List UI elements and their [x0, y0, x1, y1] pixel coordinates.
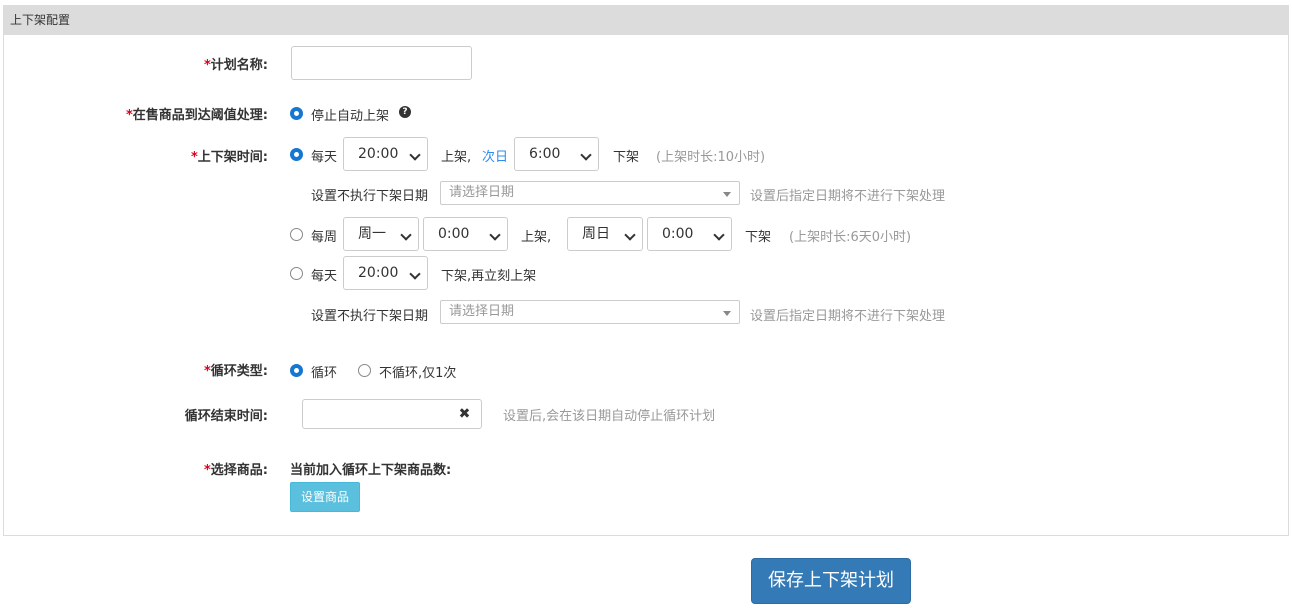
weekly-radio[interactable] — [290, 228, 303, 241]
daily-relist-text: 下架,再立刻上架 — [441, 269, 537, 284]
question-icon[interactable]: ? — [399, 106, 411, 118]
cycle-once-text: 不循环,仅1次 — [379, 366, 457, 381]
relist-exclude-date-select[interactable]: 请选择日期 — [440, 300, 740, 324]
cycle-end-label: 循环结束时间: — [184, 409, 268, 424]
daily-radio[interactable] — [290, 148, 303, 161]
weekly-off-day-select[interactable]: 周日 — [567, 217, 643, 251]
daily-relist-prefix: 每天 — [311, 269, 338, 284]
set-goods-button[interactable]: 设置商品 — [290, 482, 360, 512]
relist-exclude-label: 设置不执行下架日期 — [311, 309, 429, 324]
next-day-link[interactable]: 次日 — [482, 146, 508, 165]
weekly-on-day-select[interactable]: 周一 — [343, 217, 419, 251]
plan-name-input[interactable] — [291, 46, 472, 80]
save-plan-button[interactable]: 保存上下架计划 — [751, 558, 911, 604]
chevron-down-icon — [580, 149, 592, 161]
weekly-off-text: 下架 — [745, 230, 772, 245]
panel-title: 上下架配置 — [4, 5, 1288, 35]
chevron-down-icon — [409, 268, 421, 280]
clear-date-button[interactable]: ✖ — [448, 399, 482, 429]
weekly-duration: (上架时长:6天0小时) — [789, 230, 912, 245]
weekly-off-time-select[interactable]: 0:00 — [647, 217, 732, 251]
cycle-end-hint: 设置后,会在该日期自动停止循环计划 — [503, 409, 716, 424]
threshold-label: *在售商品到达阈值处理: — [125, 108, 268, 123]
daily-off-time-select[interactable]: 6:00 — [514, 137, 599, 171]
config-panel: 上下架配置 — [3, 5, 1289, 536]
dropdown-arrow-icon — [723, 311, 731, 316]
threshold-stop-radio[interactable] — [290, 107, 303, 120]
daily-exclude-label: 设置不执行下架日期 — [311, 189, 429, 204]
threshold-stop-text: 停止自动上架 — [311, 109, 390, 124]
daily-relist-radio[interactable] — [290, 267, 303, 280]
chevron-down-icon — [489, 229, 501, 241]
schedule-label: *上下架时间: — [190, 150, 268, 165]
chevron-down-icon — [624, 229, 636, 241]
cycle-once-radio[interactable] — [358, 364, 371, 377]
chevron-down-icon — [713, 229, 725, 241]
cycle-loop-radio[interactable] — [290, 364, 303, 377]
cycle-end-input[interactable] — [302, 399, 449, 429]
daily-exclude-date-select[interactable]: 请选择日期 — [440, 181, 740, 205]
goods-label: *选择商品: — [203, 463, 268, 478]
weekly-on-text: 上架, — [521, 230, 552, 245]
chevron-down-icon — [409, 149, 421, 161]
relist-exclude-hint: 设置后指定日期将不进行下架处理 — [750, 309, 946, 324]
cycle-loop-text: 循环 — [311, 366, 338, 381]
times-icon: ✖ — [458, 406, 471, 422]
dropdown-arrow-icon — [723, 192, 731, 197]
plan-name-label: *计划名称: — [203, 58, 268, 73]
weekly-on-time-select[interactable]: 0:00 — [423, 217, 508, 251]
weekly-prefix: 每周 — [311, 230, 338, 245]
daily-prefix: 每天 — [311, 150, 338, 165]
goods-count-label: 当前加入循环上下架商品数: — [290, 463, 452, 478]
daily-off-text: 下架 — [613, 150, 640, 165]
daily-duration: (上架时长:10小时) — [656, 150, 766, 165]
daily-exclude-hint: 设置后指定日期将不进行下架处理 — [750, 189, 946, 204]
daily-on-time-select[interactable]: 20:00 — [343, 137, 428, 171]
cycle-label: *循环类型: — [203, 364, 268, 379]
daily-on-text: 上架, — [441, 150, 472, 165]
daily-relist-time-select[interactable]: 20:00 — [343, 256, 428, 290]
chevron-down-icon — [400, 229, 412, 241]
